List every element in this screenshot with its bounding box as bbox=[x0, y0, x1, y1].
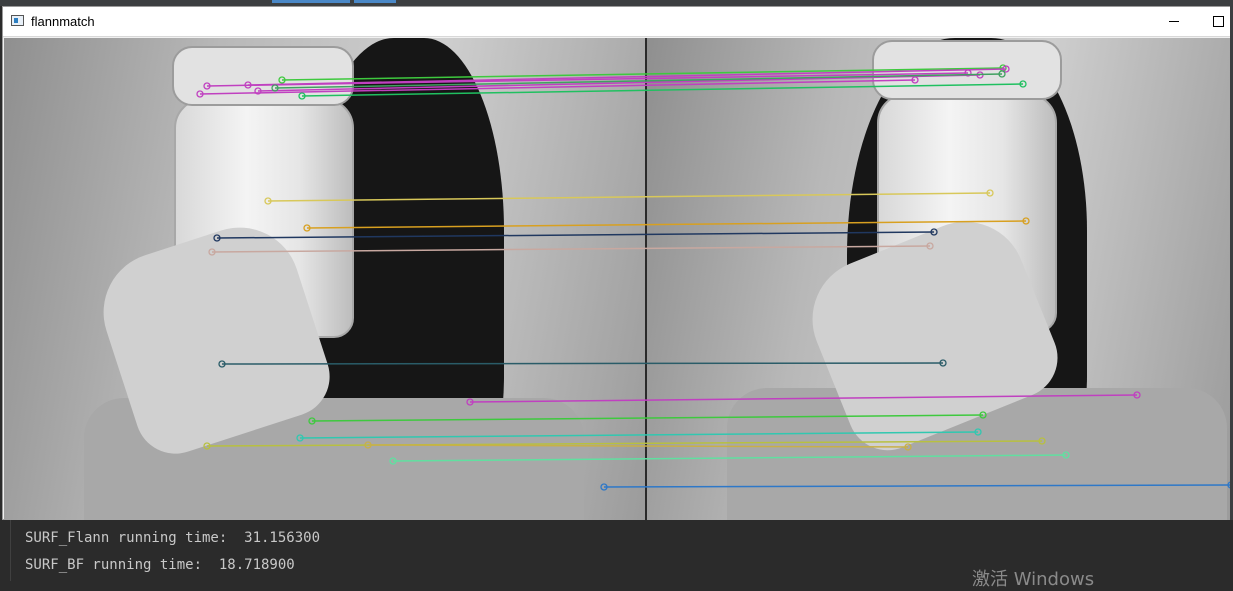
match-line bbox=[211, 245, 931, 253]
match-line bbox=[306, 220, 1027, 229]
match-line bbox=[221, 362, 944, 365]
match-line bbox=[311, 414, 984, 422]
keypoint-matches-overlay bbox=[196, 64, 1233, 491]
match-line bbox=[367, 444, 909, 448]
console-line-bf: SURF_BF running time: 18.718900 bbox=[25, 557, 295, 573]
match-line bbox=[392, 454, 1067, 462]
match-line bbox=[216, 231, 935, 239]
match-line bbox=[267, 192, 991, 202]
console-line-flann: SURF_Flann running time: 31.156300 bbox=[25, 530, 321, 546]
match-line bbox=[469, 394, 1138, 403]
match-line bbox=[603, 484, 1232, 488]
match-line bbox=[299, 431, 979, 439]
activation-watermark: 激活 Windows bbox=[972, 569, 1095, 590]
